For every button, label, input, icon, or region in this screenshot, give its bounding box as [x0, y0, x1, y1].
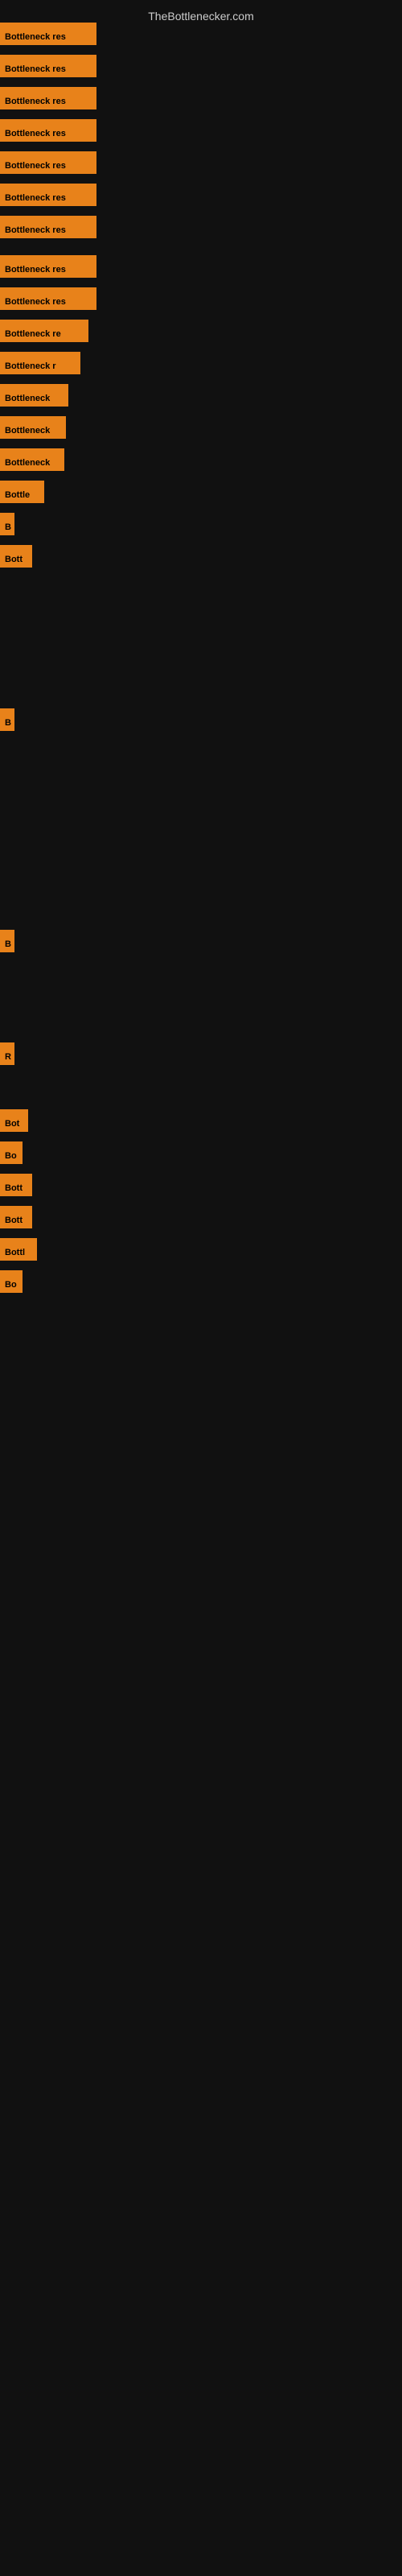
bottleneck-item-24[interactable]: Bott [0, 1206, 32, 1228]
bottleneck-item-2[interactable]: Bottleneck res [0, 55, 96, 77]
bottleneck-item-11[interactable]: Bottleneck r [0, 352, 80, 374]
bottleneck-item-9[interactable]: Bottleneck res [0, 287, 96, 310]
bottleneck-item-26[interactable]: Bo [0, 1270, 23, 1293]
bottleneck-item-13[interactable]: Bottleneck [0, 416, 66, 439]
bottleneck-item-10[interactable]: Bottleneck re [0, 320, 88, 342]
bottleneck-item-22[interactable]: Bo [0, 1141, 23, 1164]
bottleneck-item-23[interactable]: Bott [0, 1174, 32, 1196]
bottleneck-item-6[interactable]: Bottleneck res [0, 184, 96, 206]
bottleneck-item-25[interactable]: Bottl [0, 1238, 37, 1261]
bottleneck-item-15[interactable]: Bottle [0, 481, 44, 503]
bottleneck-item-1[interactable]: Bottleneck res [0, 23, 96, 45]
bottleneck-item-4[interactable]: Bottleneck res [0, 119, 96, 142]
bottleneck-item-5[interactable]: Bottleneck res [0, 151, 96, 174]
bottleneck-item-20[interactable]: R [0, 1042, 14, 1065]
bottleneck-item-12[interactable]: Bottleneck [0, 384, 68, 407]
bottleneck-item-19[interactable]: B [0, 930, 14, 952]
bottleneck-item-16[interactable]: B [0, 513, 14, 535]
bottleneck-item-17[interactable]: Bott [0, 545, 32, 568]
bottleneck-item-14[interactable]: Bottleneck [0, 448, 64, 471]
bottleneck-item-18[interactable]: B [0, 708, 14, 731]
bottleneck-item-7[interactable]: Bottleneck res [0, 216, 96, 238]
bottleneck-item-8[interactable]: Bottleneck res [0, 255, 96, 278]
bottleneck-item-3[interactable]: Bottleneck res [0, 87, 96, 109]
bottleneck-item-21[interactable]: Bot [0, 1109, 28, 1132]
